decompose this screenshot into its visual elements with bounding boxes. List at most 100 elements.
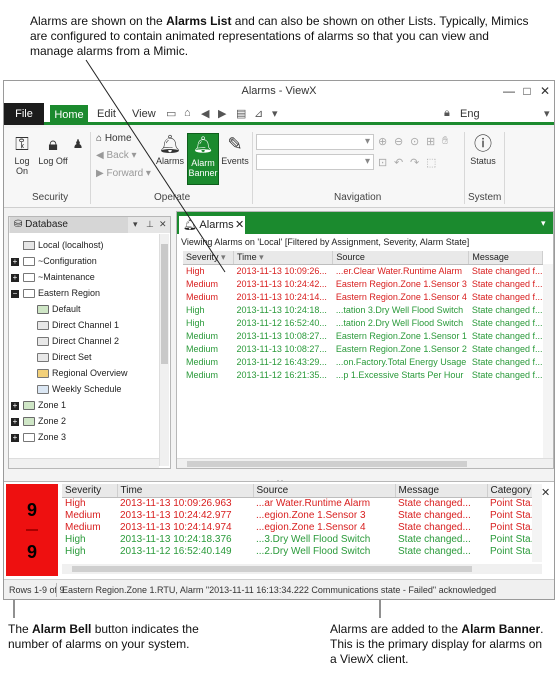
banner-column-message[interactable]: Message xyxy=(395,484,488,498)
banner-alarm-row[interactable]: Medium 2013-11-13 10:24:14.974 ...egion.Zo… xyxy=(62,521,532,533)
banner-column-source[interactable]: Source xyxy=(253,484,396,498)
ribbon-options-icon[interactable]: ▾ xyxy=(544,107,550,120)
column-header-severity[interactable]: Severity ▾ xyxy=(183,251,234,265)
alarms-horizontal-scrollbar[interactable] xyxy=(177,458,553,468)
banner-cell-source: ...2.Dry Well Flood Switch xyxy=(256,545,371,557)
banner-alarm-row[interactable]: Medium 2013-11-13 10:24:42.977 ...egion.Zo… xyxy=(62,509,532,521)
banner-column-category[interactable]: Category xyxy=(487,484,532,498)
zoom-in-icon[interactable]: ⊕ xyxy=(378,135,387,148)
tree-item[interactable]: + Zone 1 xyxy=(11,397,66,413)
banner-horizontal-scrollbar[interactable] xyxy=(62,564,542,574)
pane-close-icon[interactable]: ✕ xyxy=(159,219,167,230)
tree-item[interactable]: Direct Set xyxy=(37,349,92,365)
column-header-source[interactable]: Source xyxy=(332,251,470,265)
alarm-row[interactable]: High 2013-11-13 10:09:26... ...er.Clear Wa… xyxy=(183,264,543,277)
tree-item[interactable]: − Eastern Region xyxy=(11,285,100,301)
events-button[interactable]: ✎ Events xyxy=(221,134,249,166)
previous-view-icon[interactable]: ↶ xyxy=(394,156,403,169)
banner-cell-message: State changed... xyxy=(398,497,471,509)
mimic-folder-icon xyxy=(23,417,35,427)
save-icon[interactable]: ▭ xyxy=(166,107,176,120)
print-icon[interactable]: ▤ xyxy=(236,107,246,120)
zoom-window-icon[interactable]: ⊞ xyxy=(426,135,435,148)
pane-menu-icon[interactable]: ▾ xyxy=(133,219,138,230)
tree-item[interactable]: Default xyxy=(37,301,81,317)
zoom-out-icon[interactable]: ⊖ xyxy=(394,135,403,148)
log-off-button[interactable]: 🔒︎ Log Off xyxy=(38,134,68,166)
log-on-button[interactable]: ⚿ Log On xyxy=(8,134,36,176)
tree-item[interactable]: + ~Maintenance xyxy=(11,269,95,285)
next-view-icon[interactable]: ↷ xyxy=(410,156,419,169)
banner-scroll-thumb[interactable] xyxy=(72,566,472,572)
edit-tab[interactable]: Edit xyxy=(97,108,116,120)
tree-horizontal-scrollbar[interactable] xyxy=(9,458,159,468)
minimize-button[interactable]: — xyxy=(502,83,516,99)
tab-list-icon[interactable]: ▾ xyxy=(541,218,546,229)
banner-alarm-row[interactable]: High 2013-11-12 16:52:40.149 ...2.Dry Well… xyxy=(62,545,532,557)
database-tab[interactable]: ⛁ Database xyxy=(10,217,128,233)
maximize-button[interactable]: □ xyxy=(520,83,534,99)
expand-icon[interactable]: + xyxy=(11,273,19,282)
pen-icon[interactable]: ⊿ xyxy=(254,107,263,120)
status-button[interactable]: ⓘ Status xyxy=(468,134,498,166)
close-button[interactable]: ✕ xyxy=(538,83,552,99)
tree-item[interactable]: Weekly Schedule xyxy=(37,381,121,397)
tree-vertical-scrollbar[interactable] xyxy=(159,234,169,466)
pin-icon[interactable]: ⊥ xyxy=(146,219,154,230)
banner-column-time[interactable]: Time xyxy=(117,484,254,498)
banner-alarm-row[interactable]: High 2013-11-13 10:24:18.376 ...3.Dry Well… xyxy=(62,533,532,545)
alarm-row[interactable]: Medium 2013-11-13 10:24:14... Eastern Regi… xyxy=(183,290,543,303)
pan-hand-icon[interactable]: ✋︎ xyxy=(442,135,448,148)
back-icon[interactable]: ◀ xyxy=(201,107,209,120)
alarms-tab[interactable]: 🔔︎ Alarms ✕ xyxy=(179,216,245,234)
tree-item[interactable]: Direct Channel 1 xyxy=(37,317,119,333)
banner-alarm-row[interactable]: High 2013-11-13 10:09:26.963 ...ar Water.R… xyxy=(62,497,532,509)
navigation-combo-2[interactable] xyxy=(256,154,374,170)
alarm-row[interactable]: Medium 2013-11-12 16:43:29... ...on.Factor… xyxy=(183,355,543,368)
home-nav-button[interactable]: ⌂ Home xyxy=(96,133,132,144)
view-tab[interactable]: View xyxy=(132,108,156,120)
forward-icon[interactable]: ▶ xyxy=(218,107,226,120)
collapse-icon[interactable]: − xyxy=(11,289,19,298)
tree-item[interactable]: Direct Channel 2 xyxy=(37,333,119,349)
alarms-tab-close-icon[interactable]: ✕ xyxy=(235,216,244,234)
expand-icon[interactable]: + xyxy=(11,401,19,410)
banner-close-icon[interactable]: ✕ xyxy=(541,486,550,499)
tree-item[interactable]: + Zone 2 xyxy=(11,413,66,429)
alarm-row[interactable]: Medium 2013-11-12 16:21:35... ...p 1.Exces… xyxy=(183,368,543,381)
alarm-bell-counter[interactable]: 9 9 xyxy=(6,484,58,576)
back-nav-button[interactable]: ◀ Back ▾ xyxy=(96,150,137,161)
tree-item[interactable]: Local (localhost) xyxy=(11,237,104,253)
alarms-button[interactable]: 🔔︎ Alarms xyxy=(156,134,184,166)
alarms-vertical-scrollbar[interactable] xyxy=(543,264,553,460)
alarm-row[interactable]: Medium 2013-11-13 10:08:27... Eastern Regi… xyxy=(183,342,543,355)
home-icon[interactable]: ⌂ xyxy=(184,107,191,119)
home-tab[interactable]: Home xyxy=(50,105,88,125)
zoom-fit-icon[interactable]: ⊙ xyxy=(410,135,419,148)
select-area-icon[interactable]: ⬚ xyxy=(426,156,436,169)
expand-icon[interactable]: + xyxy=(11,417,19,426)
column-header-time[interactable]: Time ▾ xyxy=(233,251,334,265)
language-label[interactable]: Eng xyxy=(460,108,480,120)
alarms-scroll-thumb[interactable] xyxy=(187,461,467,467)
column-header-message[interactable]: Message xyxy=(468,251,543,265)
alarm-banner-button[interactable]: 🔔︎ Alarm Banner xyxy=(187,133,219,185)
tree-item[interactable]: + Zone 3 xyxy=(11,429,66,445)
users-button[interactable]: ♟ xyxy=(70,134,86,156)
alarm-row[interactable]: High 2013-11-12 16:52:40... ...tation 2.Dr… xyxy=(183,316,543,329)
file-tab[interactable]: File xyxy=(4,103,44,125)
alarm-row[interactable]: Medium 2013-11-13 10:08:27... Eastern Regi… xyxy=(183,329,543,342)
alarm-cell-severity: High xyxy=(186,265,205,276)
tree-item[interactable]: + ~Configuration xyxy=(11,253,97,269)
banner-column-severity[interactable]: Severity xyxy=(62,484,118,498)
tree-scroll-thumb[interactable] xyxy=(161,244,168,364)
navigation-combo-1[interactable] xyxy=(256,134,374,150)
fit-layer-icon[interactable]: ⊡ xyxy=(378,156,387,169)
alarm-row[interactable]: High 2013-11-13 10:24:18... ...tation 3.Dr… xyxy=(183,303,543,316)
expand-icon[interactable]: + xyxy=(11,433,19,442)
forward-nav-button[interactable]: ▶ Forward ▾ xyxy=(96,168,151,179)
expand-icon[interactable]: + xyxy=(11,257,19,266)
customize-icon[interactable]: ▾ xyxy=(272,107,278,120)
tree-item[interactable]: Regional Overview xyxy=(37,365,128,381)
alarm-row[interactable]: Medium 2013-11-13 10:24:42... Eastern Regi… xyxy=(183,277,543,290)
